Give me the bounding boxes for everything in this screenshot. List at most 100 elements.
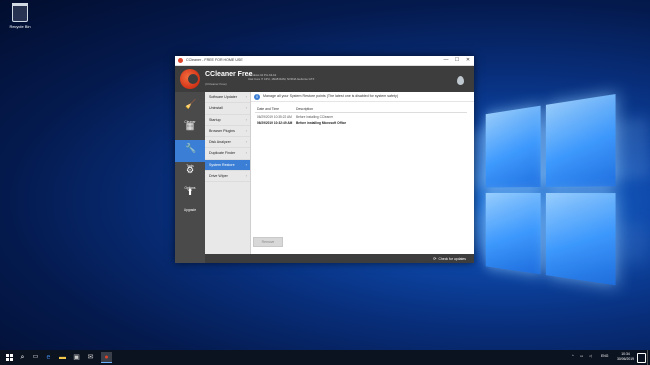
submenu-label: Software Updater <box>209 95 237 99</box>
registry-grid-icon: ▦ <box>185 121 195 131</box>
window-title: CCleaner - FREE FOR HOME USE <box>186 58 243 62</box>
mail-icon: ✉ <box>87 354 94 361</box>
task-view-icon: ▭ <box>32 354 39 360</box>
submenu-label: Browser Plugins <box>209 128 235 133</box>
info-text: Manage all your System Restore points (T… <box>263 94 399 98</box>
chevron-right-icon: › <box>245 94 247 99</box>
submenu-label: System Restore <box>209 162 235 167</box>
wrench-icon: 🔧 <box>185 143 197 153</box>
submenu-software-updater[interactable]: Software Updater › <box>205 92 250 104</box>
chevron-right-icon: › <box>245 173 247 179</box>
edge-icon: e <box>46 354 51 361</box>
submenu-drive-wiper[interactable]: Drive Wiper › <box>205 171 250 183</box>
ccleaner-window: CCleaner - FREE FOR HOME USE — ☐ ✕ CClea… <box>175 56 474 263</box>
ccleaner-app-icon <box>178 58 183 63</box>
table-header: Date and Time Description <box>255 105 467 113</box>
network-icon[interactable]: ▭ <box>580 354 583 358</box>
check-for-updates-label: Check for updates <box>438 257 466 261</box>
system-info: Windows 10 Pro 64-bit Intel Core i7 CPU,… <box>248 73 314 81</box>
nav-cleaner[interactable]: 🧹 Cleaner <box>175 96 205 124</box>
system-info-hardware: Intel Core i7 CPU, 16GB RAM, NVIDIA GeFo… <box>248 77 315 81</box>
chevron-right-icon: › <box>245 150 247 156</box>
tools-submenu: Software Updater › Uninstall › Startup › Br… <box>205 92 251 254</box>
close-button[interactable]: ✕ <box>464 57 472 64</box>
row-date: 06/29/2019 10:32:49 AM <box>257 120 293 125</box>
submenu-startup[interactable]: Startup › <box>205 115 250 126</box>
windows-logo-pane <box>545 94 616 187</box>
windows-start-icon <box>6 354 13 361</box>
recycle-bin-icon <box>12 3 28 22</box>
windows-logo-pane <box>485 192 541 275</box>
nav-upgrade[interactable]: ⬆ Upgrade <box>175 184 205 212</box>
store-taskbar-button[interactable]: ▣ <box>71 352 82 363</box>
store-bag-icon: ▣ <box>73 354 80 361</box>
submenu-uninstall[interactable]: Uninstall › <box>205 103 250 115</box>
start-button[interactable] <box>4 352 15 363</box>
folder-icon: ▬ <box>59 354 66 361</box>
language-indicator[interactable]: ENG <box>601 354 608 358</box>
minimize-button[interactable]: — <box>442 57 450 64</box>
taskbar-clock[interactable]: 10:34 30/06/2019 <box>617 352 634 362</box>
info-bar: i Manage all your System Restore points … <box>251 92 474 102</box>
notification-center-icon[interactable] <box>637 353 646 363</box>
chevron-right-icon: › <box>245 116 247 122</box>
windows-logo-pane <box>545 193 616 286</box>
tray-chevron-icon[interactable]: ^ <box>572 354 574 358</box>
refresh-icon: ⟳ <box>433 256 437 261</box>
row-date: 06/29/2019 10:35:22 AM <box>257 114 292 119</box>
taskbar: ⌕ ▭ e ▬ ▣ ✉ ● ^ ▭ ◁ ENG 10:34 30/06/2019 <box>0 350 650 365</box>
windows-logo-pane <box>485 105 541 188</box>
main-sidebar: 🧹 Cleaner ▦ Registry 🔧 Tools ⚙ Options ⬆… <box>175 92 205 263</box>
volume-icon[interactable]: ◁ <box>589 354 592 358</box>
remove-button[interactable]: Remove <box>253 237 283 247</box>
recycle-bin-shortcut[interactable]: Recycle Bin <box>4 3 36 29</box>
search-button[interactable]: ⌕ <box>17 352 28 363</box>
recycle-bin-label: Recycle Bin <box>9 24 31 29</box>
droplet-icon <box>457 76 464 85</box>
submenu-label: Duplicate Finder <box>209 151 236 156</box>
ccleaner-taskbar-button[interactable]: ● <box>101 352 112 363</box>
submenu-label: Uninstall <box>209 106 223 111</box>
upgrade-arrow-icon: ⬆ <box>186 187 194 197</box>
table-row[interactable]: 06/29/2019 10:32:49 AM Before installing… <box>255 119 467 125</box>
task-view-button[interactable]: ▭ <box>30 352 41 363</box>
chevron-right-icon: › <box>245 127 247 133</box>
broom-icon: 🧹 <box>185 99 197 109</box>
nav-options[interactable]: ⚙ Options <box>175 162 205 190</box>
check-for-updates-link[interactable]: ⟳ Check for updates <box>433 256 466 261</box>
search-icon: ⌕ <box>20 354 25 361</box>
submenu-disk-analyzer[interactable]: Disk Analyzer › <box>205 137 250 149</box>
app-edition: (CCleaner Free) <box>205 82 227 86</box>
submenu-browser-plugins[interactable]: Browser Plugins › <box>205 126 250 138</box>
row-description: Before installing Microsoft Office <box>296 120 347 125</box>
submenu-label: Drive Wiper <box>209 174 228 179</box>
column-header-description[interactable]: Description <box>296 107 313 111</box>
nav-registry[interactable]: ▦ Registry <box>175 118 205 146</box>
chevron-right-icon: › <box>245 139 247 145</box>
mail-taskbar-button[interactable]: ✉ <box>85 352 96 363</box>
file-explorer-taskbar-button[interactable]: ▬ <box>57 352 68 363</box>
maximize-button[interactable]: ☐ <box>453 57 461 64</box>
edge-taskbar-button[interactable]: e <box>43 352 54 363</box>
app-footer: ⟳ Check for updates <box>205 254 474 263</box>
chevron-right-icon: › <box>245 105 247 111</box>
submenu-duplicate-finder[interactable]: Duplicate Finder › <box>205 148 250 160</box>
submenu-label: Disk Analyzer <box>209 140 231 145</box>
column-header-date[interactable]: Date and Time <box>257 107 279 111</box>
nav-upgrade-label: Upgrade <box>183 208 197 212</box>
app-name: CCleaner Free <box>205 71 253 78</box>
nav-tools[interactable]: 🔧 Tools <box>175 140 205 168</box>
ccleaner-logo-icon <box>180 69 200 89</box>
submenu-system-restore[interactable]: System Restore › <box>205 159 250 172</box>
clock-date: 30/06/2019 <box>617 357 634 361</box>
row-description: Before installing CCleaner <box>296 114 334 119</box>
chevron-right-icon: › <box>245 161 247 167</box>
gear-icon: ⚙ <box>185 165 195 175</box>
info-icon: i <box>254 93 260 100</box>
app-header: CCleaner Free (CCleaner Free) Windows 10… <box>175 66 474 92</box>
system-restore-panel: i Manage all your System Restore points … <box>251 92 474 254</box>
submenu-label: Startup <box>209 117 221 122</box>
ccleaner-taskbar-icon: ● <box>104 354 109 361</box>
table-row[interactable]: 06/29/2019 10:35:22 AM Before installing… <box>255 113 467 119</box>
title-bar[interactable]: CCleaner - FREE FOR HOME USE — ☐ ✕ <box>175 56 474 66</box>
